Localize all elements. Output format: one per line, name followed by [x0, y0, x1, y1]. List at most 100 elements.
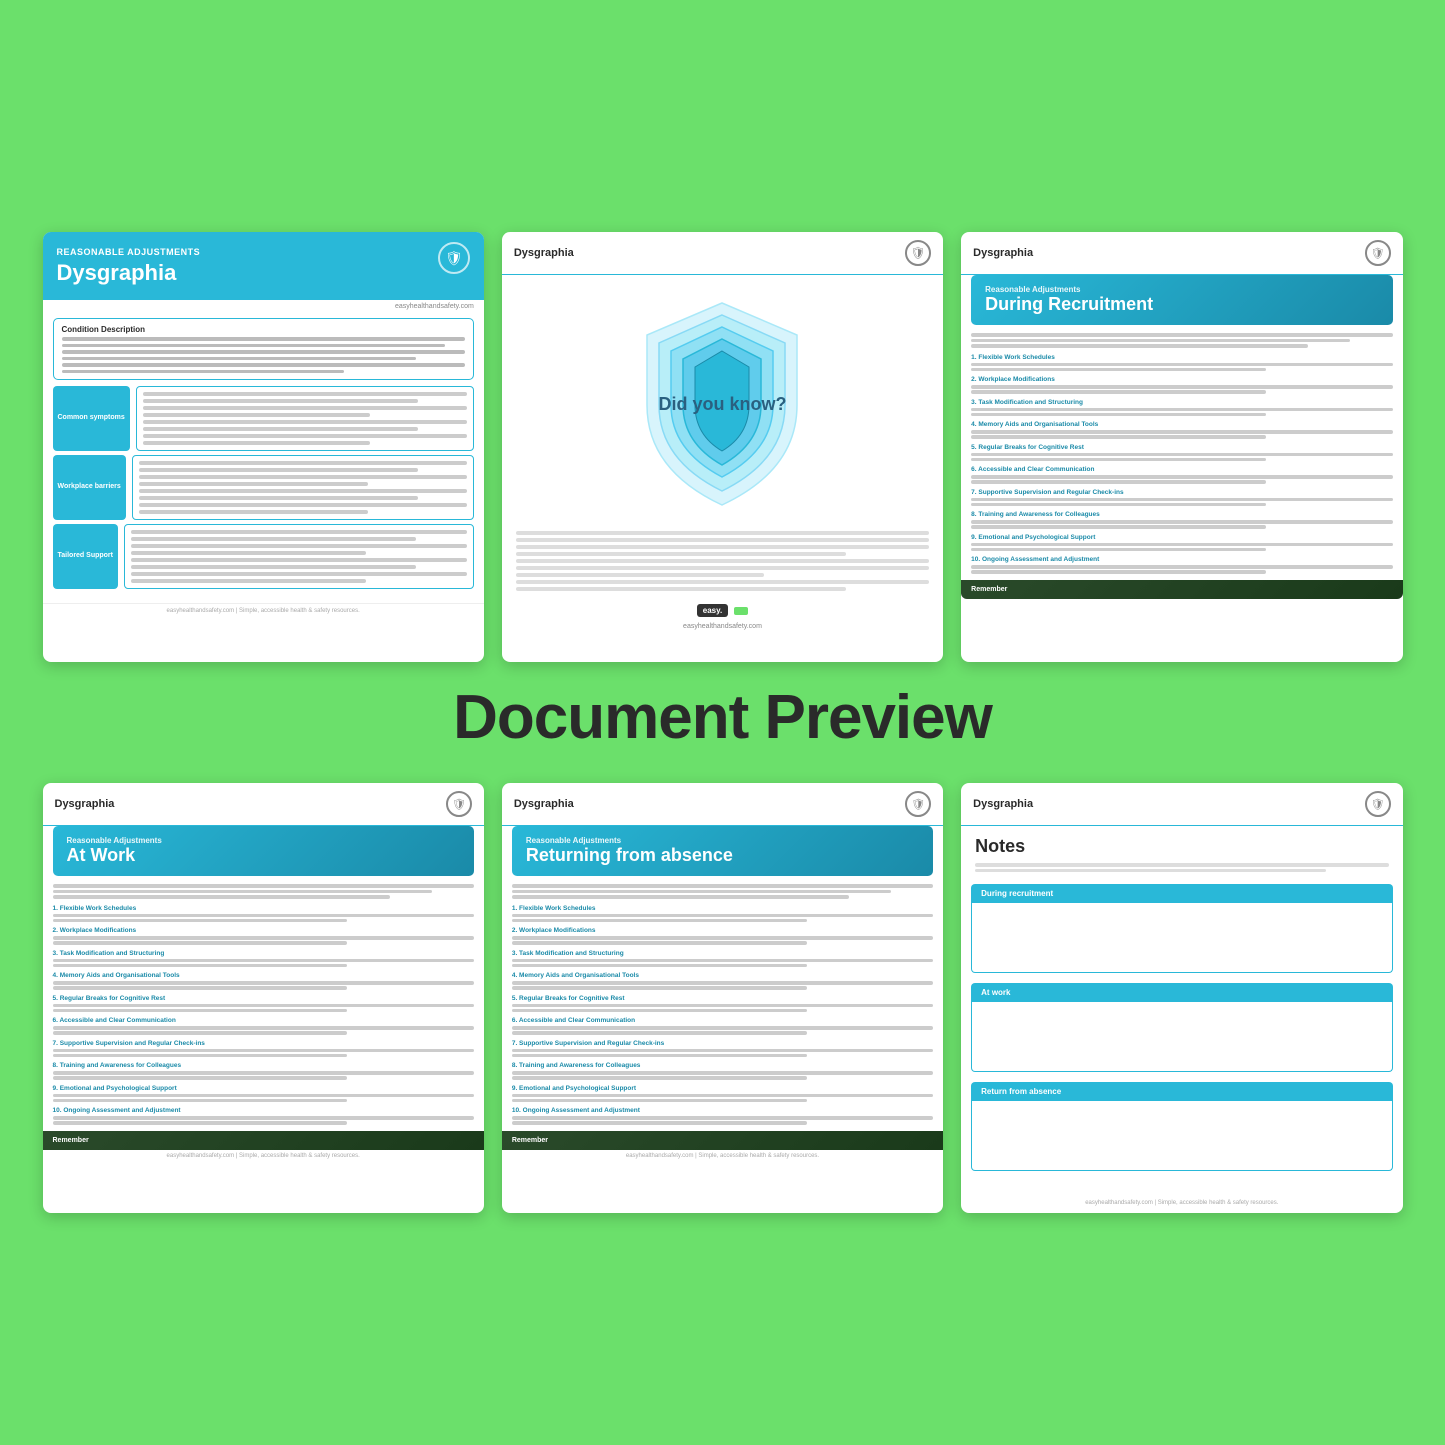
doc-card-page3: Dysgraphia 🛡 Reasonable Adjustments Duri…: [961, 232, 1402, 662]
green-dot: [734, 607, 748, 615]
list-item: 5. Regular Breaks for Cognitive Rest: [512, 995, 933, 1013]
shield-icon-p6: 🛡: [1365, 791, 1391, 817]
easy-badge: easy.: [697, 604, 728, 617]
list-item: 4. Memory Aids and Organisational Tools: [971, 421, 1392, 439]
section-content-symptoms: [136, 386, 474, 451]
list-item: 7. Supportive Supervision and Regular Ch…: [53, 1040, 474, 1058]
list-item: 3. Task Modification and Structuring: [53, 950, 474, 968]
logo-area: easy.: [502, 598, 943, 623]
doc-card-page4: Dysgraphia 🛡 Reasonable Adjustments At W…: [43, 783, 484, 1213]
list-item: 7. Supportive Supervision and Regular Ch…: [971, 489, 1392, 507]
note-section-title-return: Return from absence: [971, 1082, 1392, 1101]
section-item-symptoms: Common symptoms: [53, 386, 474, 451]
list-item: 9. Emotional and Psychological Support: [53, 1085, 474, 1103]
header-blue-p5: Reasonable Adjustments Returning from ab…: [512, 826, 933, 876]
list-item: 8. Training and Awareness for Colleagues: [53, 1062, 474, 1080]
shield-icon: 🛡: [438, 242, 470, 274]
p4-title: Dysgraphia: [55, 798, 115, 810]
sections-row: Common symptoms Workplace barriers: [53, 386, 474, 589]
p3-intro: [961, 333, 1402, 354]
p5-list: 1. Flexible Work Schedules 2. Workplace …: [502, 905, 943, 1125]
list-item: 6. Accessible and Clear Communication: [53, 1017, 474, 1035]
list-item: 1. Flexible Work Schedules: [512, 905, 933, 923]
list-item: 10. Ongoing Assessment and Adjustment: [971, 556, 1392, 574]
shield-icon-p2: 🛡: [905, 240, 931, 266]
condition-box: Condition Description: [53, 318, 474, 380]
list-item: 7. Supportive Supervision and Regular Ch…: [512, 1040, 933, 1058]
shield-outer: Did you know?: [622, 295, 822, 515]
note-box-return: [971, 1101, 1392, 1171]
footer-web-p6: easyhealthandsafety.com | Simple, access…: [961, 1197, 1402, 1209]
website-footer: easyhealthandsafety.com: [502, 623, 943, 636]
header-blue-p3: Reasonable Adjustments During Recruitmen…: [971, 275, 1392, 325]
top-bar-p5: Dysgraphia 🛡: [502, 783, 943, 826]
footer-web-p4: easyhealthandsafety.com | Simple, access…: [43, 1150, 484, 1162]
p3-title: Dysgraphia: [973, 247, 1033, 259]
list-item: 2. Workplace Modifications: [512, 927, 933, 945]
list-item: 6. Accessible and Clear Communication: [512, 1017, 933, 1035]
p5-title: Dysgraphia: [514, 798, 574, 810]
p2-title: Dysgraphia: [514, 247, 574, 259]
list-item: 4. Memory Aids and Organisational Tools: [512, 972, 933, 990]
list-item: 2. Workplace Modifications: [971, 376, 1392, 394]
shield-icon-p5: 🛡: [905, 791, 931, 817]
p3-big-title: During Recruitment: [985, 294, 1378, 315]
website-text: easyhealthandsafety.com: [43, 300, 484, 310]
section-content-barriers: [132, 455, 474, 520]
header-big-title: Dysgraphia: [57, 260, 470, 286]
list-item: 1. Flexible Work Schedules: [971, 354, 1392, 372]
section-label-symptoms: Common symptoms: [53, 386, 130, 451]
note-section-atwork: At work: [971, 983, 1392, 1072]
shield-icon-p4: 🛡: [446, 791, 472, 817]
p5-intro: [502, 884, 943, 905]
list-item: 9. Emotional and Psychological Support: [512, 1085, 933, 1103]
p5-small-label: Reasonable Adjustments: [526, 836, 919, 845]
grid-bottom: Dysgraphia 🛡 Reasonable Adjustments At W…: [43, 783, 1403, 1213]
list-item: 9. Emotional and Psychological Support: [971, 534, 1392, 552]
doc-card-page6: Dysgraphia 🛡 Notes During recruitment At…: [961, 783, 1402, 1213]
doc-card-page1: Reasonable Adjustments Dysgraphia 🛡 easy…: [43, 232, 484, 662]
notes-intro: [961, 863, 1402, 884]
remember-footer-p4: Remember: [43, 1131, 484, 1150]
shield-icon-p3: 🛡: [1365, 240, 1391, 266]
list-item: 4. Memory Aids and Organisational Tools: [53, 972, 474, 990]
footer-text: easyhealthandsafety.com | Simple, access…: [43, 603, 484, 618]
note-section-title-recruitment: During recruitment: [971, 884, 1392, 903]
doc-card-page2: Dysgraphia 🛡 Did you know?: [502, 232, 943, 662]
doc-card-page5: Dysgraphia 🛡 Reasonable Adjustments Retu…: [502, 783, 943, 1213]
p6-title: Dysgraphia: [973, 798, 1033, 810]
note-section-title-atwork: At work: [971, 983, 1392, 1002]
list-item: 2. Workplace Modifications: [53, 927, 474, 945]
condition-box-text: [62, 337, 465, 373]
content-area: Condition Description Common symptoms: [43, 310, 484, 597]
list-item: 1. Flexible Work Schedules: [53, 905, 474, 923]
footer-web-p5: easyhealthandsafety.com | Simple, access…: [502, 1150, 943, 1162]
list-item: 5. Regular Breaks for Cognitive Rest: [971, 444, 1392, 462]
section-item-barriers: Workplace barriers: [53, 455, 474, 520]
document-preview-title: Document Preview: [43, 682, 1403, 753]
body-text-lines: [502, 525, 943, 598]
main-container: Reasonable Adjustments Dysgraphia 🛡 easy…: [43, 232, 1403, 1213]
shield-text: Did you know?: [638, 395, 806, 415]
remember-footer: Remember: [961, 580, 1402, 599]
list-item: 10. Ongoing Assessment and Adjustment: [512, 1107, 933, 1125]
p4-big-title: At Work: [67, 845, 460, 866]
p4-small-label: Reasonable Adjustments: [67, 836, 460, 845]
list-item: 8. Training and Awareness for Colleagues: [971, 511, 1392, 529]
header-blue-p4: Reasonable Adjustments At Work: [53, 826, 474, 876]
condition-box-title: Condition Description: [62, 325, 465, 334]
note-section-return: Return from absence: [971, 1082, 1392, 1171]
note-box-recruitment: [971, 903, 1392, 973]
did-you-know-text: Did you know?: [658, 395, 786, 415]
section-label-barriers: Workplace barriers: [53, 455, 126, 520]
top-bar-p2: Dysgraphia 🛡: [502, 232, 943, 275]
p5-big-title: Returning from absence: [526, 845, 919, 866]
section-label-support: Tailored Support: [53, 524, 118, 589]
shield-container: Did you know?: [502, 275, 943, 525]
card-header: Reasonable Adjustments Dysgraphia 🛡: [43, 232, 484, 300]
p3-small-label: Reasonable Adjustments: [985, 285, 1378, 294]
section-item-support: Tailored Support: [53, 524, 474, 589]
list-item: 10. Ongoing Assessment and Adjustment: [53, 1107, 474, 1125]
note-section-recruitment: During recruitment: [971, 884, 1392, 973]
section-content-support: [124, 524, 474, 589]
